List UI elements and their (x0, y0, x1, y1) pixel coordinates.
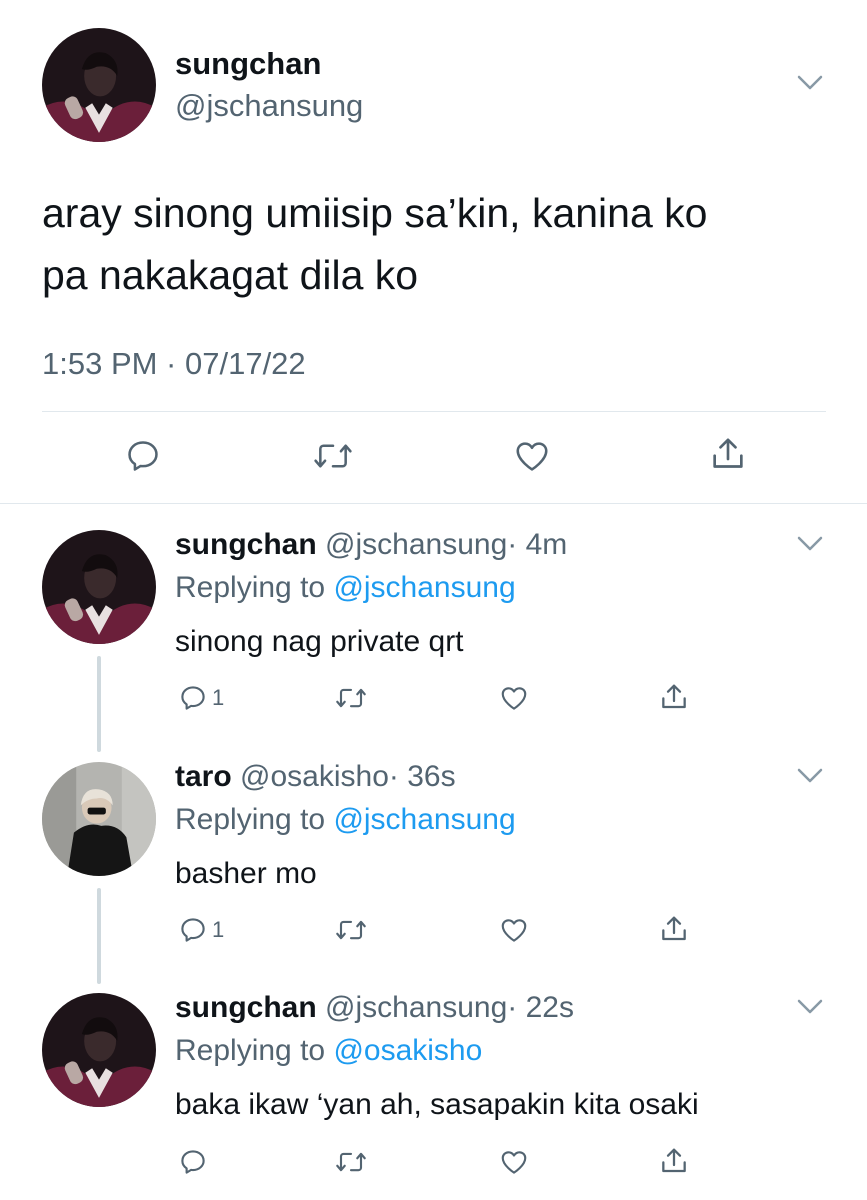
retweet-icon (336, 1152, 366, 1172)
avatar[interactable] (42, 28, 156, 142)
share-button[interactable] (658, 1145, 690, 1177)
retweet-button[interactable] (334, 915, 368, 945)
heart-icon (501, 919, 527, 942)
reply-icon (181, 1150, 205, 1174)
heart-icon (501, 1151, 527, 1174)
reply-icon (181, 686, 205, 710)
tweet-text-line: pa nakakagat dila ko (42, 252, 419, 298)
reply-count: 1 (212, 685, 225, 710)
reply-icon (181, 918, 205, 942)
reply-text: baka ikaw ‘yan ah, sasapakin kita osaki (175, 1088, 699, 1121)
share-icon (662, 916, 686, 941)
mention-link[interactable]: @jschansung (333, 803, 515, 836)
chevron-down-icon[interactable] (796, 535, 824, 553)
reply-button[interactable] (178, 1147, 212, 1177)
user-handle[interactable]: @jschansung (325, 991, 507, 1024)
display-name[interactable]: sungchan (175, 528, 317, 561)
reply-header: sungchan @jschansung· 4m (175, 528, 567, 562)
chevron-down-icon[interactable] (796, 767, 824, 785)
tweet-text: aray sinong umiisip sa’kin, kanina ko pa… (42, 182, 832, 306)
divider (42, 411, 826, 412)
like-button[interactable] (498, 683, 530, 713)
share-button[interactable] (658, 681, 690, 713)
share-icon (662, 1148, 686, 1173)
retweet-button[interactable] (334, 683, 368, 713)
user-handle[interactable]: @osakisho (240, 760, 389, 793)
replying-to-label: Replying to (175, 1034, 334, 1067)
reply-header: sungchan @jschansung· 22s (175, 991, 574, 1025)
user-handle[interactable]: @jschansung (325, 528, 507, 561)
retweet-button[interactable] (312, 437, 354, 475)
chevron-down-icon[interactable] (796, 74, 824, 92)
reply-button[interactable]: 1 (178, 683, 224, 713)
replying-to: Replying to @jschansung (175, 571, 516, 605)
retweet-icon (314, 444, 352, 468)
display-name[interactable]: sungchan (175, 991, 317, 1024)
retweet-button[interactable] (334, 1147, 368, 1177)
tweet-time[interactable]: · 22s (507, 991, 574, 1024)
like-button[interactable] (498, 915, 530, 945)
tweet-text-line: aray sinong umiisip sa’kin, kanina ko (42, 190, 708, 236)
replying-to-label: Replying to (175, 571, 334, 604)
tweet-time[interactable]: · 36s (389, 760, 456, 793)
reply-header: taro @osakisho· 36s (175, 760, 456, 794)
avatar[interactable] (42, 762, 156, 876)
heart-icon (516, 442, 548, 471)
tweet-timestamp[interactable]: 1:53 PM · 07/17/22 (42, 346, 306, 382)
mention-link[interactable]: @jschansung (333, 571, 515, 604)
tweet-time[interactable]: · 4m (507, 528, 567, 561)
reply-text: sinong nag private qrt (175, 625, 464, 658)
replying-to: Replying to @osakisho (175, 1034, 482, 1068)
divider (0, 503, 867, 504)
display-name[interactable]: taro (175, 760, 232, 793)
retweet-icon (336, 920, 366, 940)
share-button[interactable] (708, 434, 748, 474)
thread-line (97, 888, 101, 984)
avatar[interactable] (42, 530, 156, 644)
replying-to: Replying to @jschansung (175, 803, 516, 837)
mention-link[interactable]: @osakisho (333, 1034, 482, 1067)
heart-icon (501, 687, 527, 710)
share-button[interactable] (658, 913, 690, 945)
thread-line (97, 656, 101, 752)
user-handle[interactable]: @jschansung (175, 88, 363, 124)
chevron-down-icon[interactable] (796, 998, 824, 1016)
like-button[interactable] (512, 437, 552, 475)
reply-count: 1 (212, 917, 225, 942)
replying-to-label: Replying to (175, 803, 334, 836)
share-icon (662, 684, 686, 709)
reply-text: basher mo (175, 857, 317, 890)
reply-button[interactable] (124, 437, 162, 475)
like-button[interactable] (498, 1147, 530, 1177)
reply-icon (128, 441, 158, 471)
reply-button[interactable]: 1 (178, 915, 224, 945)
share-icon (713, 438, 743, 468)
retweet-icon (336, 688, 366, 708)
avatar[interactable] (42, 993, 156, 1107)
display-name[interactable]: sungchan (175, 46, 321, 82)
